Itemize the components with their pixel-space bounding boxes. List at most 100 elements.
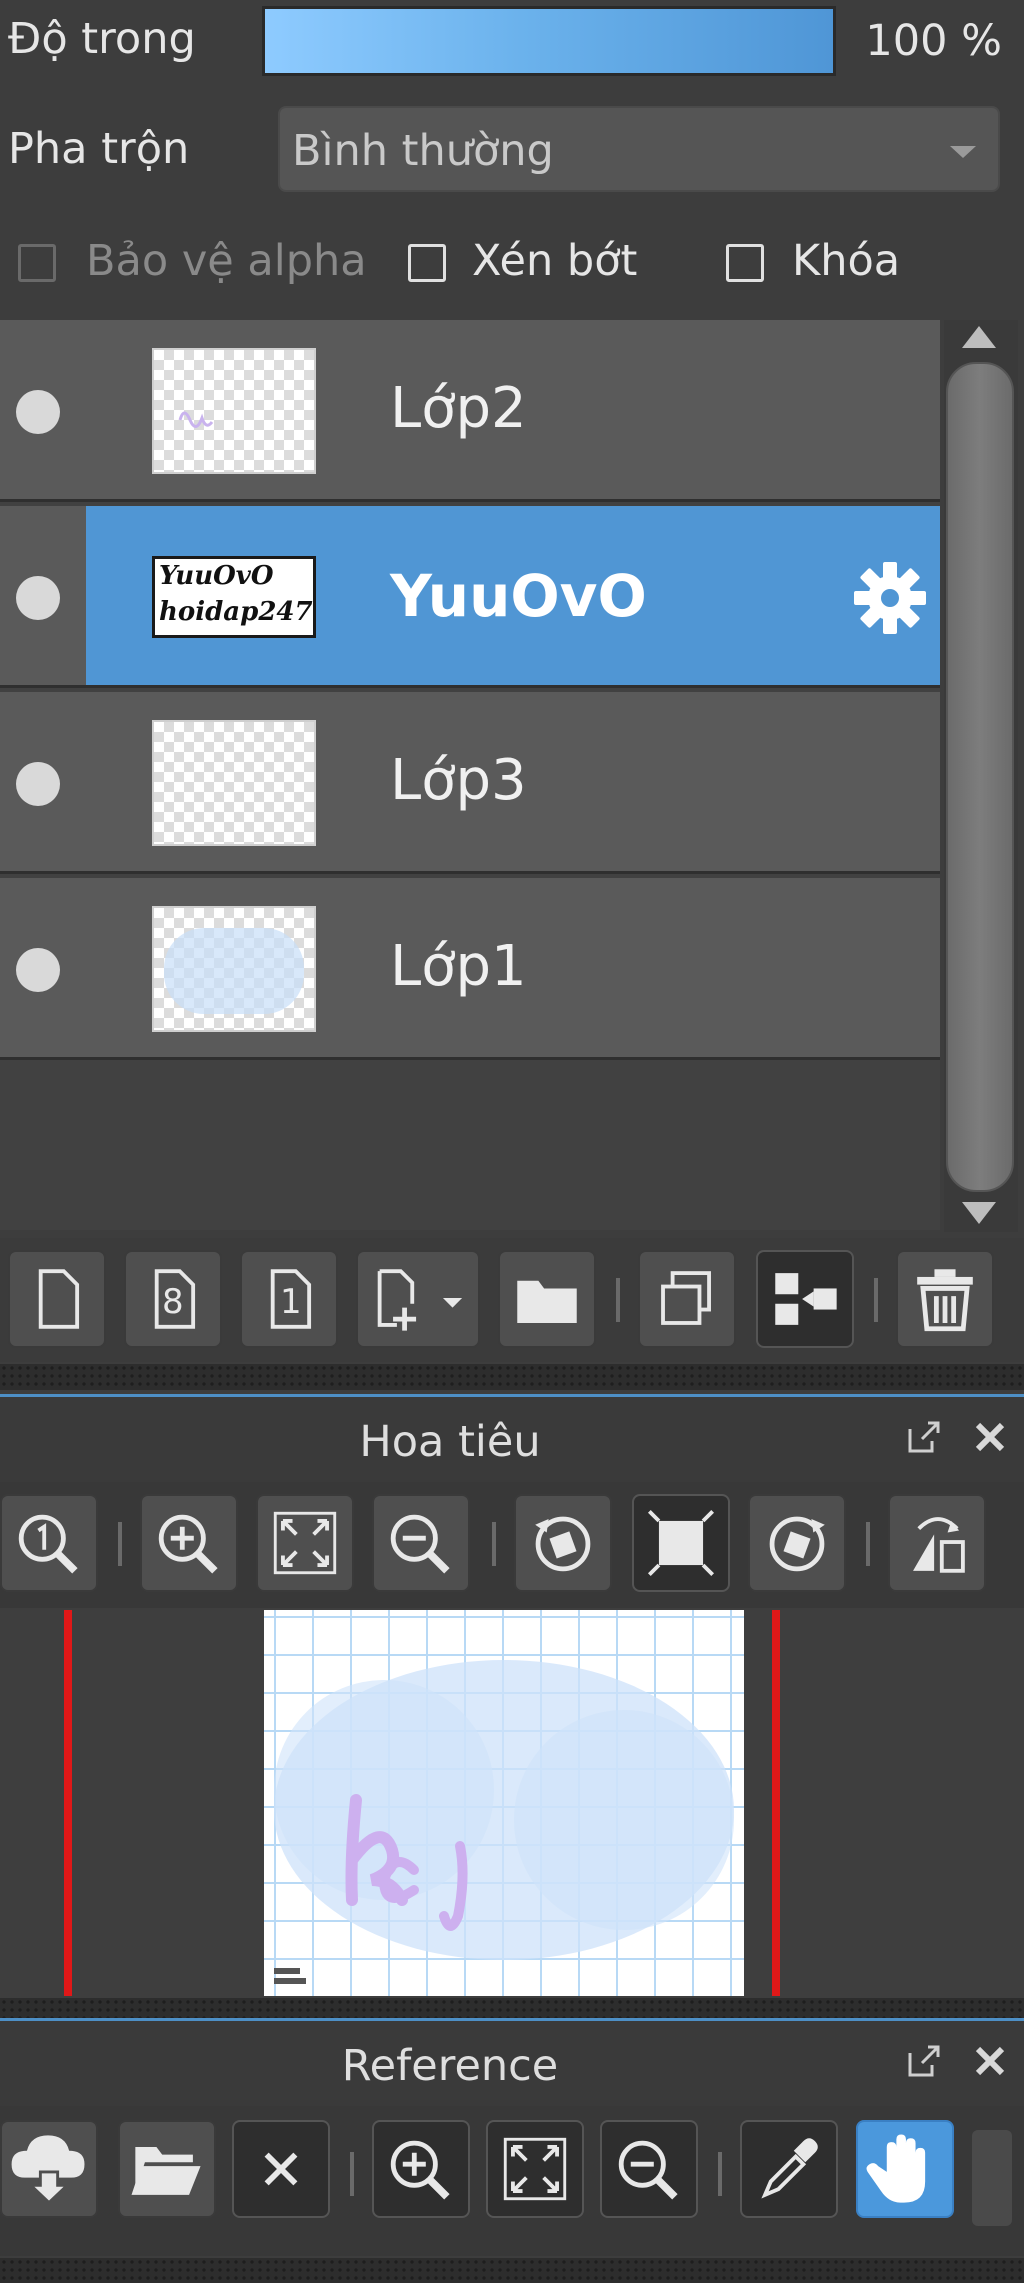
layer-row-selected[interactable]: YuuOvO hoidap247 YuuOvO bbox=[0, 506, 940, 688]
scroll-up-icon[interactable] bbox=[962, 326, 996, 348]
panel-splitter[interactable] bbox=[0, 1364, 1024, 1390]
new-8bit-layer-button[interactable]: 8 bbox=[124, 1250, 222, 1348]
flip-horizontal-icon bbox=[913, 1517, 965, 1573]
clipping-label: Xén bớt bbox=[472, 236, 638, 286]
blend-mode-select[interactable]: Bình thường bbox=[278, 106, 1000, 192]
eyedropper-button[interactable] bbox=[740, 2120, 838, 2218]
reference-toolbar bbox=[0, 2106, 1024, 2256]
clipping-checkbox[interactable] bbox=[408, 244, 446, 282]
open-reference-button[interactable] bbox=[118, 2120, 216, 2218]
layer-name: Lớp2 bbox=[390, 376, 527, 441]
layer-thumbnail: YuuOvO hoidap247 bbox=[152, 556, 316, 638]
navigator-header: Hoa tiêu bbox=[0, 1394, 1024, 1482]
scrollbar-thumb[interactable] bbox=[946, 362, 1014, 1192]
thumbnail-text-line-1: YuuOvO bbox=[159, 561, 274, 591]
panel-splitter[interactable] bbox=[0, 2258, 1024, 2283]
close-icon bbox=[264, 2152, 298, 2186]
scroll-down-icon[interactable] bbox=[962, 1202, 996, 1224]
opacity-slider[interactable] bbox=[262, 6, 836, 76]
gear-icon[interactable] bbox=[850, 558, 930, 638]
layer-thumbnail bbox=[152, 720, 316, 846]
more-tools-handle[interactable] bbox=[972, 2130, 1012, 2226]
reset-view-button[interactable] bbox=[632, 1494, 730, 1592]
visibility-toggle[interactable] bbox=[16, 576, 60, 620]
layer-name: Lớp3 bbox=[390, 748, 527, 813]
reference-title: Reference bbox=[341, 2041, 559, 2091]
add-layer-dropdown-icon bbox=[377, 1269, 463, 1331]
delete-layer-button[interactable] bbox=[896, 1250, 994, 1348]
layer-name: Lớp1 bbox=[390, 934, 527, 999]
hand-tool-button[interactable] bbox=[856, 2120, 954, 2218]
new-layer-button[interactable] bbox=[8, 1250, 106, 1348]
folder-icon bbox=[517, 1280, 577, 1323]
visibility-toggle[interactable] bbox=[16, 390, 60, 434]
thumbnail-text-line-2: hoidap247 bbox=[159, 597, 313, 627]
lock-checkbox[interactable] bbox=[726, 244, 764, 282]
rotate-right-button[interactable] bbox=[748, 1494, 846, 1592]
close-reference-button[interactable] bbox=[232, 2120, 330, 2218]
new-folder-button[interactable] bbox=[498, 1250, 596, 1348]
cloud-download-icon bbox=[11, 2135, 85, 2205]
layer-row[interactable]: Lớp2 bbox=[0, 320, 940, 502]
view-frame-left bbox=[64, 1610, 72, 1996]
ref-fit-screen-button[interactable] bbox=[486, 2120, 584, 2218]
canvas-thumbnail bbox=[264, 1610, 744, 1996]
layer-list: Lớp2 YuuOvO hoidap247 YuuOvO Lớp3 Lớp1 bbox=[0, 320, 940, 1230]
layer-toolbar: 8 1 bbox=[0, 1238, 1024, 1362]
close-icon[interactable] bbox=[970, 1417, 1010, 1457]
zoom-out-button[interactable] bbox=[372, 1494, 470, 1592]
popout-icon[interactable] bbox=[904, 1417, 944, 1457]
protect-alpha-checkbox[interactable] bbox=[18, 244, 56, 282]
reference-header: Reference bbox=[0, 2018, 1024, 2106]
opacity-value: 100 % bbox=[865, 16, 1002, 66]
merge-down-icon bbox=[775, 1273, 837, 1325]
flip-horizontal-button[interactable] bbox=[888, 1494, 986, 1592]
popout-icon[interactable] bbox=[904, 2041, 944, 2081]
badge-8: 8 bbox=[162, 1282, 184, 1322]
opacity-label: Độ trong bbox=[8, 14, 196, 64]
new-layer-icon bbox=[38, 1269, 80, 1329]
ref-zoom-out-button[interactable] bbox=[600, 2120, 698, 2218]
trash-icon bbox=[917, 1269, 973, 1332]
lock-label: Khóa bbox=[792, 236, 901, 286]
navigator-title: Hoa tiêu bbox=[359, 1417, 541, 1467]
layer-thumbnail bbox=[152, 906, 316, 1032]
fit-screen-button[interactable] bbox=[256, 1494, 354, 1592]
badge-1: 1 bbox=[280, 1282, 302, 1322]
zoom-in-button[interactable] bbox=[140, 1494, 238, 1592]
reset-view-icon bbox=[647, 1509, 715, 1577]
zoom-in-icon bbox=[390, 2140, 450, 2200]
layer-row[interactable]: Lớp1 bbox=[0, 878, 940, 1060]
duplicate-icon bbox=[661, 1271, 711, 1325]
visibility-toggle[interactable] bbox=[16, 762, 60, 806]
open-folder-icon bbox=[131, 2146, 201, 2195]
zoom-out-icon bbox=[390, 1514, 450, 1574]
duplicate-layer-button[interactable] bbox=[638, 1250, 736, 1348]
rotate-right-icon bbox=[769, 1516, 825, 1572]
zoom-actual-button[interactable] bbox=[0, 1494, 98, 1592]
blend-mode-value: Bình thường bbox=[292, 126, 554, 176]
ref-zoom-in-button[interactable] bbox=[372, 2120, 470, 2218]
new-1bit-layer-button[interactable]: 1 bbox=[240, 1250, 338, 1348]
layer-row[interactable]: Lớp3 bbox=[0, 692, 940, 874]
layer-thumbnail bbox=[152, 348, 316, 474]
import-reference-button[interactable] bbox=[0, 2120, 98, 2218]
zoom-in-icon bbox=[158, 1514, 218, 1574]
visibility-toggle[interactable] bbox=[16, 948, 60, 992]
view-frame-right bbox=[772, 1610, 780, 1996]
eyedropper-icon bbox=[761, 2138, 818, 2199]
hand-icon bbox=[866, 2134, 926, 2203]
merge-down-button[interactable] bbox=[756, 1250, 854, 1348]
rotate-left-button[interactable] bbox=[514, 1494, 612, 1592]
navigator-toolbar bbox=[0, 1482, 1024, 1608]
add-layer-dropdown-button[interactable] bbox=[356, 1250, 480, 1348]
layer-name: YuuOvO bbox=[390, 562, 647, 630]
chevron-down-icon bbox=[950, 146, 976, 158]
zoom-actual-icon bbox=[18, 1514, 78, 1574]
protect-alpha-label: Bảo vệ alpha bbox=[86, 236, 367, 286]
blend-label: Pha trộn bbox=[8, 124, 190, 174]
zoom-out-icon bbox=[618, 2140, 678, 2200]
close-icon[interactable] bbox=[970, 2041, 1010, 2081]
rotate-left-icon bbox=[535, 1516, 591, 1572]
fit-screen-icon bbox=[273, 1511, 337, 1575]
